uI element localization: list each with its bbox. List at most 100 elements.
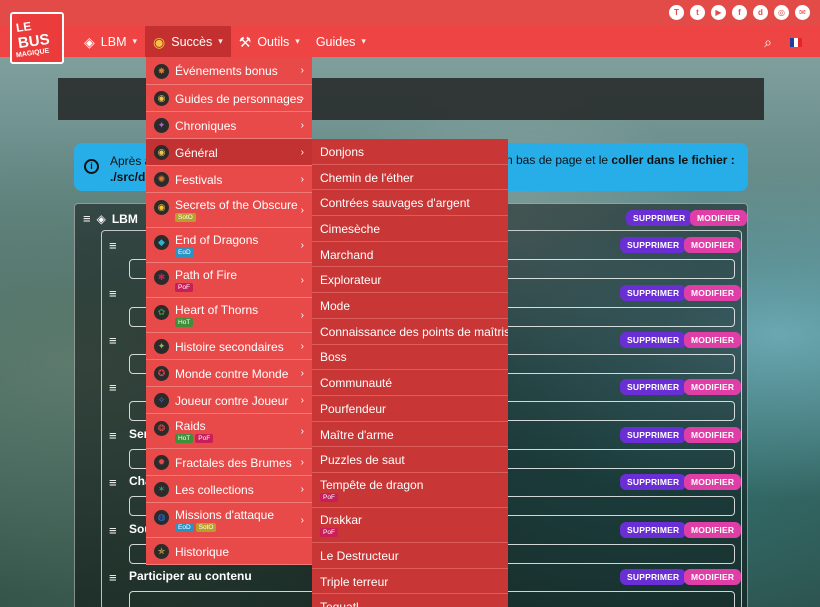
submenu-item[interactable]: Boss: [312, 345, 508, 371]
email-icon[interactable]: ✉: [795, 5, 810, 20]
menu-item[interactable]: ✶ Les collections ›: [146, 476, 312, 503]
panel-title: LBM: [111, 211, 138, 226]
site-logo[interactable]: LE BUS MAGIQUE: [10, 12, 64, 64]
search-icon[interactable]: ⌕: [764, 34, 772, 51]
modify-button[interactable]: MODIFIER: [684, 379, 742, 395]
twitter-icon[interactable]: t: [690, 5, 705, 20]
submenu-item[interactable]: Cimesèche: [312, 216, 508, 242]
diamond-icon: ◈: [96, 211, 106, 226]
expansion-tag: SotO: [195, 523, 217, 532]
delete-button[interactable]: SUPPRIMER: [620, 285, 687, 301]
menu-item[interactable]: ◍ Missions d'attaque EoD SotO ›: [146, 503, 312, 538]
drag-handle-icon[interactable]: ≡: [83, 211, 91, 226]
menu-item[interactable]: ✺ Festivals ›: [146, 166, 312, 193]
modify-button[interactable]: MODIFIER: [690, 210, 748, 226]
submenu-item[interactable]: Maître d'arme: [312, 422, 508, 448]
nav-outils[interactable]: ⚒ Outils ▾: [231, 26, 308, 57]
chevron-right-icon: ›: [300, 394, 304, 406]
delete-button[interactable]: SUPPRIMER: [626, 210, 693, 226]
modify-button[interactable]: MODIFIER: [684, 522, 742, 538]
chevron-right-icon: ›: [300, 146, 304, 158]
submenu-item[interactable]: Communauté: [312, 370, 508, 396]
nav-lbm[interactable]: ◈ LBM ▾: [76, 26, 145, 57]
submenu-item[interactable]: Puzzles de saut: [312, 447, 508, 474]
submenu-item[interactable]: Tempête de dragon PoF: [312, 473, 508, 509]
drag-handle-icon[interactable]: ≡: [109, 428, 117, 443]
delete-button[interactable]: SUPPRIMER: [620, 237, 687, 253]
submenu-item[interactable]: Donjons: [312, 139, 508, 165]
submenu-item[interactable]: Le Destructeur: [312, 543, 508, 569]
achievement-category-icon: ✶: [154, 482, 169, 497]
submenu-item[interactable]: Drakkar PoF: [312, 508, 508, 544]
general-submenu: Donjons Chemin de l'éther Contrées sauvage…: [312, 139, 508, 607]
achievement-category-icon: ◍: [154, 510, 169, 525]
submenu-item[interactable]: Contrées sauvages d'argent: [312, 190, 508, 217]
menu-item[interactable]: ◉ Guides de personnages ›: [146, 85, 312, 112]
chevron-right-icon: ›: [300, 367, 304, 379]
submenu-item[interactable]: Tequatl: [312, 595, 508, 607]
submenu-item[interactable]: Chemin de l'éther: [312, 165, 508, 191]
delete-button[interactable]: SUPPRIMER: [620, 569, 687, 585]
submenu-item-label: Donjons: [320, 144, 365, 159]
nav-guides[interactable]: Guides ▾: [308, 26, 374, 57]
delete-button[interactable]: SUPPRIMER: [620, 379, 687, 395]
nav-lbm-label: LBM: [100, 34, 127, 49]
menu-item[interactable]: ✦ Chroniques ›: [146, 112, 312, 139]
drag-handle-icon[interactable]: ≡: [109, 475, 117, 490]
menu-item-label: Monde contre Monde: [175, 366, 289, 381]
submenu-item[interactable]: Explorateur: [312, 268, 508, 294]
submenu-item[interactable]: Connaissance des points de maîtrise: [312, 319, 508, 345]
drag-handle-icon[interactable]: ≡: [109, 333, 117, 348]
menu-item[interactable]: ✸ Événements bonus ›: [146, 57, 312, 85]
expansion-tag: PoF: [195, 434, 214, 443]
submenu-item-label: Communauté: [320, 376, 393, 391]
submenu-item-label: Chemin de l'éther: [320, 170, 414, 185]
achievement-category-icon: ✺: [154, 172, 169, 187]
discord-icon[interactable]: d: [753, 5, 768, 20]
chevron-right-icon: ›: [300, 239, 304, 251]
youtube-icon[interactable]: ▶: [711, 5, 726, 20]
modify-button[interactable]: MODIFIER: [684, 474, 742, 490]
delete-button[interactable]: SUPPRIMER: [620, 522, 687, 538]
drag-handle-icon[interactable]: ≡: [109, 380, 117, 395]
menu-item[interactable]: ◉ Secrets of the Obscure SotO ›: [146, 193, 312, 228]
menu-item[interactable]: ✧ Joueur contre Joueur ›: [146, 387, 312, 414]
menu-item[interactable]: ◆ End of Dragons EoD ›: [146, 228, 312, 263]
menu-item[interactable]: ✿ Heart of Thorns HoT ›: [146, 298, 312, 333]
menu-item-label: Histoire secondaires: [175, 339, 284, 354]
menu-item[interactable]: ✹ Fractales des Brumes ›: [146, 449, 312, 476]
drag-handle-icon[interactable]: ≡: [109, 523, 117, 538]
expansion-tags: SotO: [175, 213, 196, 222]
french-flag-icon[interactable]: [790, 38, 802, 47]
submenu-item[interactable]: Triple terreur: [312, 569, 508, 595]
modify-button[interactable]: MODIFIER: [684, 332, 742, 348]
achievement-category-icon: ✦: [154, 118, 169, 133]
nav-succes[interactable]: ◉ Succès ▾: [145, 26, 231, 57]
menu-item[interactable]: ❂ Raids HoT PoF ›: [146, 414, 312, 449]
chevron-right-icon: ›: [300, 204, 304, 216]
delete-button[interactable]: SUPPRIMER: [620, 332, 687, 348]
drag-handle-icon[interactable]: ≡: [109, 570, 117, 585]
menu-item[interactable]: ✱ Path of Fire PoF ›: [146, 263, 312, 298]
menu-item-label: Guides de personnages: [175, 91, 303, 106]
modify-button[interactable]: MODIFIER: [684, 427, 742, 443]
modify-button[interactable]: MODIFIER: [684, 285, 742, 301]
submenu-item[interactable]: Mode: [312, 293, 508, 319]
menu-item[interactable]: ◉ Général ›: [146, 139, 312, 166]
submenu-item[interactable]: Marchand: [312, 242, 508, 268]
menu-item[interactable]: ✯ Historique: [146, 538, 312, 565]
drag-handle-icon[interactable]: ≡: [109, 286, 117, 301]
delete-button[interactable]: SUPPRIMER: [620, 474, 687, 490]
menu-item[interactable]: ✪ Monde contre Monde ›: [146, 360, 312, 387]
instagram-icon[interactable]: ◎: [774, 5, 789, 20]
submenu-item[interactable]: Pourfendeur: [312, 396, 508, 422]
twitch-icon[interactable]: T: [669, 5, 684, 20]
modify-button[interactable]: MODIFIER: [684, 569, 742, 585]
modify-button[interactable]: MODIFIER: [684, 237, 742, 253]
delete-button[interactable]: SUPPRIMER: [620, 427, 687, 443]
drag-handle-icon[interactable]: ≡: [109, 238, 117, 253]
achievement-category-icon: ◉: [154, 200, 169, 215]
facebook-icon[interactable]: f: [732, 5, 747, 20]
expansion-tag: HoT: [175, 434, 194, 443]
menu-item[interactable]: ✦ Histoire secondaires ›: [146, 333, 312, 360]
